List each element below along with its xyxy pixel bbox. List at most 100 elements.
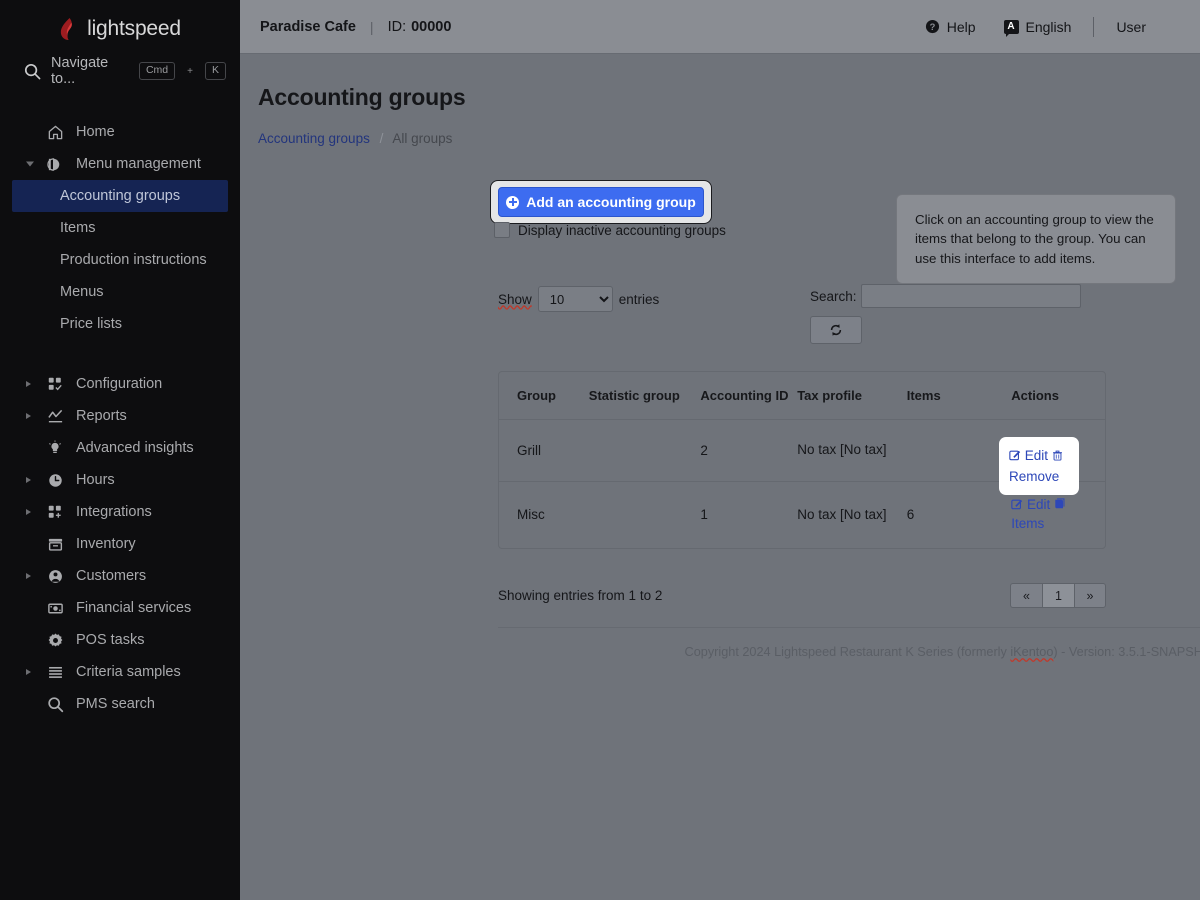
sidebar-item-pos-tasks[interactable]: POS tasks xyxy=(0,624,240,656)
refresh-icon xyxy=(829,323,843,337)
sidebar-item-inventory[interactable]: Inventory xyxy=(0,528,240,560)
brand-name: lightspeed xyxy=(87,17,181,41)
gear-icon xyxy=(46,631,64,649)
sidebar-nav: Home Menu management Accounting groups I… xyxy=(0,102,240,720)
cell-items xyxy=(907,420,1012,482)
venue-name: Paradise Cafe xyxy=(260,19,356,35)
sidebar-search[interactable]: Navigate to... Cmd + K xyxy=(0,54,240,88)
lightbulb-icon xyxy=(46,439,64,457)
sidebar-item-home[interactable]: Home xyxy=(0,116,240,148)
financial-services-icon xyxy=(46,599,64,617)
remove-action[interactable]: Remove xyxy=(1009,468,1069,487)
column-header-items: Items xyxy=(907,372,1012,420)
sidebar-item-pms-search[interactable]: PMS search xyxy=(0,688,240,720)
list-icon xyxy=(46,663,64,681)
help-icon: ? xyxy=(925,19,940,34)
chevron-right-icon xyxy=(26,477,31,483)
sidebar-item-price-lists[interactable]: Price lists xyxy=(0,308,240,340)
sidebar-item-configuration[interactable]: Configuration xyxy=(0,368,240,400)
sidebar-item-items[interactable]: Items xyxy=(0,212,240,244)
language-button[interactable]: A English xyxy=(990,19,1086,35)
sidebar-item-menu-management[interactable]: Menu management xyxy=(0,148,240,180)
search-input[interactable] xyxy=(861,284,1081,308)
cell-group: Misc xyxy=(499,482,589,548)
help-button[interactable]: ? Help xyxy=(911,19,990,35)
display-inactive-checkbox[interactable] xyxy=(494,222,510,238)
column-header-group: Group xyxy=(499,372,589,420)
user-label: User xyxy=(1116,19,1146,35)
copyright-brand: iKentoo xyxy=(1010,645,1053,659)
topbar-divider xyxy=(1093,17,1094,37)
column-header-accounting-id: Accounting ID xyxy=(700,372,797,420)
cell-accounting-id: 1 xyxy=(700,482,797,548)
help-label: Help xyxy=(947,19,976,35)
chevron-right-icon xyxy=(26,573,31,579)
configuration-icon xyxy=(46,375,64,393)
edit-label: Edit xyxy=(1027,497,1050,512)
display-inactive-row[interactable]: Display inactive accounting groups xyxy=(494,222,726,238)
showing-entries-text: Showing entries from 1 to 2 xyxy=(498,588,662,603)
search-label: Search: xyxy=(810,289,857,304)
page-title: Accounting groups xyxy=(258,84,1180,111)
chevron-right-icon xyxy=(26,413,31,419)
entries-label: entries xyxy=(619,292,660,307)
breadcrumb-link-accounting-groups[interactable]: Accounting groups xyxy=(258,131,370,146)
search-icon xyxy=(46,695,64,713)
pagination-next[interactable]: » xyxy=(1074,583,1106,608)
pagination-page-1[interactable]: 1 xyxy=(1042,583,1074,608)
sidebar-item-accounting-groups[interactable]: Accounting groups xyxy=(12,180,228,212)
language-label: English xyxy=(1026,19,1072,35)
sidebar-item-label: PMS search xyxy=(76,696,155,712)
sidebar-item-financial-services[interactable]: Financial services xyxy=(0,592,240,624)
refresh-button[interactable] xyxy=(810,316,862,344)
page-content: Accounting groups Accounting groups / Al… xyxy=(240,54,1200,146)
breadcrumb: Accounting groups / All groups xyxy=(258,131,1180,146)
add-accounting-group-button[interactable]: Add an accounting group xyxy=(498,187,704,217)
sidebar-item-customers[interactable]: Customers xyxy=(0,560,240,592)
brand-logo[interactable]: lightspeed xyxy=(0,0,240,54)
sidebar-item-integrations[interactable]: Integrations xyxy=(0,496,240,528)
menu-management-icon xyxy=(46,155,64,173)
edit-icon xyxy=(1009,449,1021,461)
page-size-select[interactable]: 10 25 50 100 xyxy=(538,286,613,312)
shortcut-plus: + xyxy=(187,66,193,77)
table-tools: Show 10 25 50 100 entries Search: xyxy=(498,286,1098,312)
edit-action[interactable]: Edit xyxy=(1011,497,1066,512)
shortcut-k-key: K xyxy=(205,62,226,80)
topbar-separator: | xyxy=(370,19,374,35)
table-footer: Showing entries from 1 to 2 « 1 » xyxy=(498,583,1106,608)
sidebar-item-criteria-samples[interactable]: Criteria samples xyxy=(0,656,240,688)
venue-id-label: ID: xyxy=(388,19,407,35)
shortcut-cmd-key: Cmd xyxy=(139,62,175,80)
topbar-actions: ? Help A English User xyxy=(911,17,1160,37)
sidebar-item-label: Hours xyxy=(76,472,115,488)
book-icon xyxy=(1054,498,1066,510)
search-icon xyxy=(24,63,41,80)
sidebar-item-label: Criteria samples xyxy=(76,664,181,680)
sidebar-item-label: Home xyxy=(76,124,115,140)
info-tooltip: Click on an accounting group to view the… xyxy=(896,194,1176,284)
add-accounting-group-label: Add an accounting group xyxy=(526,194,696,210)
sidebar-item-production-instructions[interactable]: Production instructions xyxy=(0,244,240,276)
svg-text:?: ? xyxy=(929,22,935,32)
sidebar-item-hours[interactable]: Hours xyxy=(0,464,240,496)
sidebar-search-label: Navigate to... xyxy=(51,55,129,87)
sidebar-item-reports[interactable]: Reports xyxy=(0,400,240,432)
sidebar-subitem-label: Items xyxy=(60,220,95,236)
sidebar-subitem-label: Price lists xyxy=(60,316,122,332)
cell-statistic-group xyxy=(589,482,701,548)
customers-icon xyxy=(46,567,64,585)
main-area: Paradise Cafe | ID: 00000 ? Help A Engli… xyxy=(240,0,1200,900)
sidebar-item-label: Reports xyxy=(76,408,127,424)
reports-icon xyxy=(46,407,64,425)
sidebar-item-menus[interactable]: Menus xyxy=(0,276,240,308)
cell-tax-profile: No tax [No tax] xyxy=(797,420,907,482)
items-action[interactable]: Items xyxy=(1011,515,1105,534)
show-label: Show xyxy=(498,292,532,307)
search-block: Search: xyxy=(810,284,1081,344)
sidebar-item-label: Financial services xyxy=(76,600,191,616)
pagination-prev[interactable]: « xyxy=(1010,583,1042,608)
sidebar-item-advanced-insights[interactable]: Advanced insights xyxy=(0,432,240,464)
user-button[interactable]: User xyxy=(1102,19,1160,35)
edit-action[interactable]: Edit xyxy=(1009,448,1063,463)
